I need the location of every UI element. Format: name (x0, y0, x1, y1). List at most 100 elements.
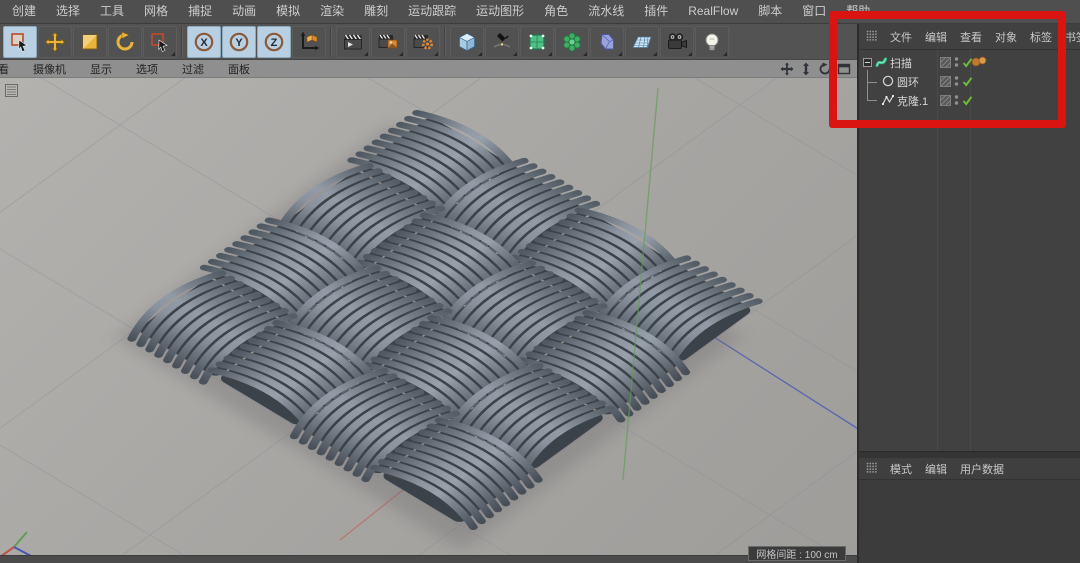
menu-item-5[interactable]: 动画 (222, 0, 266, 23)
deformer-icon[interactable] (590, 26, 624, 58)
om-menu-item-2[interactable]: 查看 (960, 29, 982, 45)
grid-handle-icon[interactable] (866, 30, 877, 44)
menu-item-3[interactable]: 网格 (134, 0, 178, 23)
menu-item-13[interactable]: 插件 (634, 0, 678, 23)
view-layout-icon[interactable] (5, 84, 18, 102)
render-to-picture-viewer-icon[interactable] (371, 26, 405, 58)
menu-item-0[interactable]: 创建 (2, 0, 46, 23)
viewport-menu-item-0[interactable]: 查看 (0, 61, 9, 77)
toolbar-separator (444, 27, 446, 57)
maximize-view-icon[interactable] (837, 62, 851, 76)
toolbar-separator (330, 27, 332, 57)
spline-icon (881, 93, 895, 110)
menu-item-4[interactable]: 捕捉 (178, 0, 222, 23)
am-menu-item-1[interactable]: 编辑 (925, 461, 947, 477)
scale-tool-icon[interactable] (73, 26, 107, 58)
om-menu-item-3[interactable]: 对象 (995, 29, 1017, 45)
am-menu-item-0[interactable]: 模式 (890, 461, 912, 477)
subdivision-surface-icon[interactable] (520, 26, 554, 58)
object-row-clone-spline[interactable]: 克隆.1 (859, 91, 1080, 110)
enable-check-icon[interactable] (962, 95, 973, 106)
om-menu-item-4[interactable]: 标签 (1030, 29, 1052, 45)
column-separator (970, 50, 971, 451)
object-row-circle[interactable]: 圆环 (859, 72, 1080, 91)
menu-item-9[interactable]: 运动跟踪 (398, 0, 466, 23)
viewport-menu-item-1[interactable]: 摄像机 (33, 61, 66, 77)
menu-item-7[interactable]: 渲染 (310, 0, 354, 23)
svg-text:X: X (200, 37, 208, 49)
render-settings-icon[interactable] (406, 26, 440, 58)
menu-item-15[interactable]: 脚本 (748, 0, 792, 23)
menu-item-16[interactable]: 窗口 (792, 0, 836, 23)
visibility-dots-icon[interactable] (954, 94, 959, 106)
am-menu-item-2[interactable]: 用户数据 (960, 461, 1004, 477)
move-tool-icon[interactable] (38, 26, 72, 58)
viewport-menu-item-2[interactable]: 显示 (90, 61, 112, 77)
rotate-view-icon[interactable] (818, 62, 832, 76)
3d-viewport[interactable] (0, 78, 857, 563)
attribute-manager-content (859, 480, 1080, 563)
viewport-menu-item-3[interactable]: 选项 (136, 61, 158, 77)
menu-item-6[interactable]: 模拟 (266, 0, 310, 23)
enable-check-icon[interactable] (962, 76, 973, 87)
main-toolbar: X Y Z (0, 24, 857, 60)
menu-item-12[interactable]: 流水线 (578, 0, 634, 23)
column-separator (937, 50, 938, 451)
object-label[interactable]: 扫描 (890, 55, 912, 71)
add-cube-primitive-icon[interactable] (450, 26, 484, 58)
panel-divider[interactable] (859, 451, 1080, 458)
camera-icon[interactable] (660, 26, 694, 58)
menu-item-10[interactable]: 运动图形 (466, 0, 534, 23)
attribute-manager: 模式编辑用户数据 (859, 451, 1080, 563)
light-icon[interactable] (695, 26, 729, 58)
cinema4d-window: 创建选择工具网格捕捉动画模拟渲染雕刻运动跟踪运动图形角色流水线插件RealFlo… (0, 0, 1080, 563)
right-panel: 文件编辑查看对象标签书签 扫描 (857, 24, 1080, 563)
menu-item-14[interactable]: RealFlow (678, 0, 748, 23)
viewport-nav-icons (780, 62, 851, 76)
spline-pen-icon[interactable] (485, 26, 519, 58)
menu-item-17[interactable]: 帮助 (836, 0, 880, 23)
object-label[interactable]: 克隆.1 (897, 93, 928, 109)
tree-branch (867, 70, 879, 89)
mograph-cloner-icon[interactable] (555, 26, 589, 58)
menu-item-2[interactable]: 工具 (90, 0, 134, 23)
live-selection-tool-icon[interactable] (3, 26, 37, 58)
menu-item-1[interactable]: 选择 (46, 0, 90, 23)
toolbar-separator (181, 27, 183, 57)
visibility-dots-icon[interactable] (954, 56, 959, 68)
menu-item-11[interactable]: 角色 (534, 0, 578, 23)
object-manager-tree[interactable]: 扫描 圆环 (859, 50, 1080, 451)
object-tags[interactable] (971, 55, 988, 68)
layer-box-icon[interactable] (940, 57, 951, 68)
attribute-manager-menu: 模式编辑用户数据 (859, 458, 1080, 480)
viewport-menu-item-4[interactable]: 过滤 (182, 61, 204, 77)
om-menu-item-0[interactable]: 文件 (890, 29, 912, 45)
object-label[interactable]: 圆环 (897, 74, 919, 90)
expand-toggle-icon[interactable] (863, 58, 872, 67)
selection-tool-icon[interactable] (143, 26, 177, 58)
grid-handle-icon[interactable] (866, 462, 877, 476)
coordinate-system-icon[interactable] (292, 26, 326, 58)
svg-text:Y: Y (235, 37, 243, 49)
om-menu-item-5[interactable]: 书签 (1065, 29, 1080, 45)
layer-box-icon[interactable] (940, 95, 951, 106)
status-bar (0, 555, 857, 563)
pan-icon[interactable] (780, 62, 794, 76)
render-view-icon[interactable] (336, 26, 370, 58)
viewport-menu-bar: 查看 摄像机 显示 选项 过滤 面板 (0, 60, 857, 78)
viewport-menu-item-5[interactable]: 面板 (228, 61, 250, 77)
rotate-tool-icon[interactable] (108, 26, 142, 58)
svg-text:Z: Z (271, 37, 278, 49)
circle-spline-icon (881, 74, 895, 91)
orange-tag-icon[interactable] (971, 55, 988, 68)
lock-z-axis-icon[interactable]: Z (257, 26, 291, 58)
lock-y-axis-icon[interactable]: Y (222, 26, 256, 58)
menu-item-8[interactable]: 雕刻 (354, 0, 398, 23)
visibility-dots-icon[interactable] (954, 75, 959, 87)
object-row-sweep[interactable]: 扫描 (859, 53, 1080, 72)
dolly-icon[interactable] (799, 62, 813, 76)
layer-box-icon[interactable] (940, 76, 951, 87)
om-menu-item-1[interactable]: 编辑 (925, 29, 947, 45)
floor-environment-icon[interactable] (625, 26, 659, 58)
lock-x-axis-icon[interactable]: X (187, 26, 221, 58)
